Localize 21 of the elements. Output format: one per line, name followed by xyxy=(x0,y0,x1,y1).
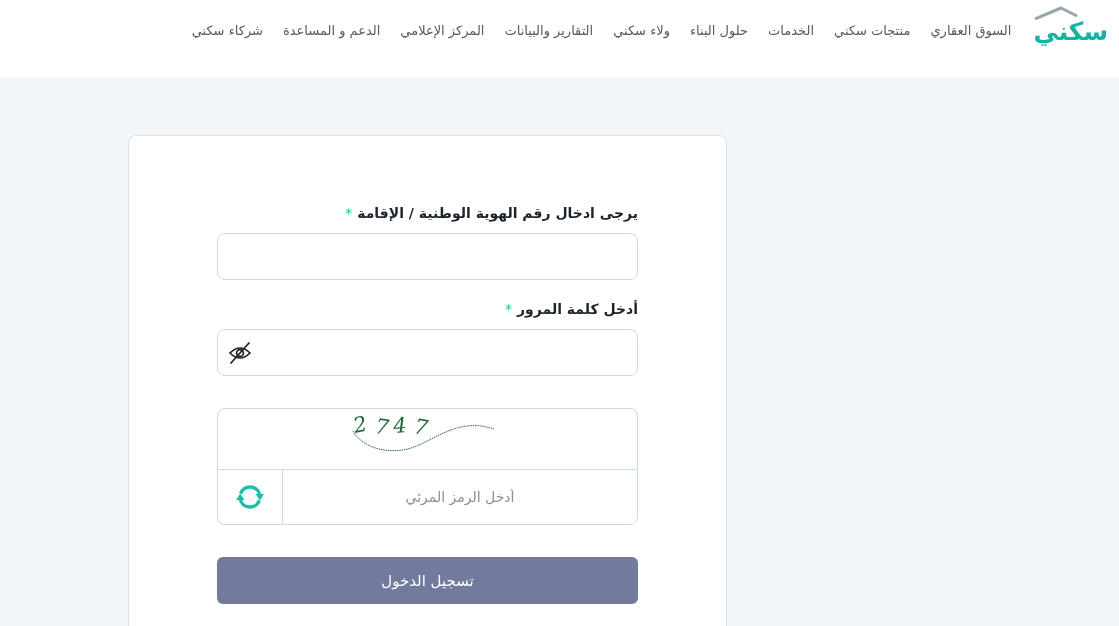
roof-icon xyxy=(1033,6,1080,20)
refresh-button[interactable] xyxy=(217,469,282,525)
nav-link[interactable]: التقارير والبيانات xyxy=(504,22,594,40)
nav-link[interactable]: الخدمات xyxy=(768,22,815,40)
required-mark: * xyxy=(505,300,513,319)
nav-link[interactable]: الدعم و المساعدة xyxy=(282,22,381,40)
field-label: يرجى ادخال رقم الهوية الوطنية / الإقامة xyxy=(357,204,638,223)
field-label: أدخل كلمة المرور xyxy=(517,299,638,319)
nav-link[interactable]: ولاء سكني xyxy=(613,22,670,40)
eye-slash-icon[interactable] xyxy=(228,341,252,364)
refresh-icon xyxy=(235,482,265,512)
nav-link[interactable]: السوق العقاري xyxy=(930,22,1012,40)
id-number-field[interactable] xyxy=(217,233,638,280)
nav-link[interactable]: منتجات سكني xyxy=(834,22,911,40)
required-mark: * xyxy=(345,204,353,223)
nav-link[interactable]: حلول البناء xyxy=(689,22,749,40)
nav-link[interactable]: المركز الإعلامي xyxy=(400,22,485,40)
password-field[interactable] xyxy=(217,329,638,376)
captcha-image: 2747 xyxy=(348,409,499,457)
nav-link[interactable]: شركاء سكني xyxy=(191,22,263,40)
login-button[interactable]: تسجيل الدخول xyxy=(217,557,638,604)
